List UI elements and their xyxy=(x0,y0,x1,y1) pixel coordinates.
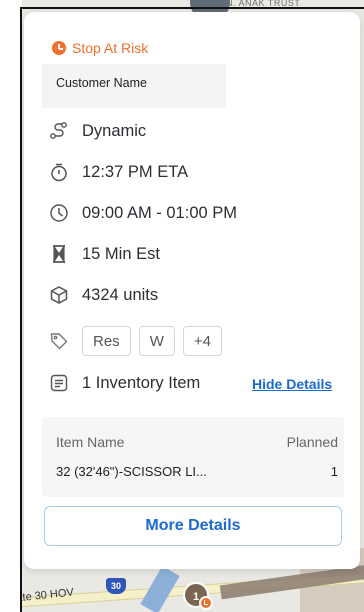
eta-text: 12:37 PM ETA xyxy=(82,162,189,181)
left-frame xyxy=(0,0,22,612)
frame-border-left xyxy=(20,8,22,612)
time-window-row: 09:00 AM - 01:00 PM xyxy=(48,202,237,224)
package-icon xyxy=(48,284,70,306)
time-window: 09:00 AM - 01:00 PM xyxy=(82,203,238,222)
frame-border-top xyxy=(20,7,364,9)
at-risk-badge-icon xyxy=(199,596,213,610)
column-header-item-name: Item Name xyxy=(56,434,125,450)
eta-row: 12:37 PM ETA xyxy=(48,161,188,183)
route-icon xyxy=(48,120,70,142)
inventory-table: Item Name Planned 32 (32'46")-SCISSOR LI… xyxy=(42,417,344,497)
list-icon xyxy=(48,372,70,394)
customer-name-box: Customer Name xyxy=(42,64,226,108)
route-type: Dynamic xyxy=(82,121,147,140)
inventory-item-name: 32 (32'46")-SCISSOR LI... xyxy=(56,464,207,479)
inventory-item-planned: 1 xyxy=(330,464,338,479)
hourglass-icon xyxy=(48,243,70,265)
tag-chip[interactable]: Res xyxy=(82,326,131,356)
tags-row: Res W +4 xyxy=(48,326,230,356)
customer-name: Customer Name xyxy=(56,76,147,90)
inventory-count: 1 Inventory Item xyxy=(82,373,201,392)
tag-icon xyxy=(48,330,70,352)
interstate-shield-icon: 30 xyxy=(106,578,126,594)
inventory-row: 1 Inventory Item xyxy=(48,372,200,394)
more-details-button[interactable]: More Details xyxy=(44,506,342,546)
stop-status: Stop At Risk xyxy=(52,40,148,56)
stopwatch-icon xyxy=(48,161,70,183)
units-row: 4324 units xyxy=(48,284,158,306)
duration-row: 15 Min Est xyxy=(48,243,160,265)
more-tags-chip[interactable]: +4 xyxy=(182,326,222,356)
stop-status-label: Stop At Risk xyxy=(72,40,149,56)
column-header-planned: Planned xyxy=(286,434,338,450)
units-text: 4324 units xyxy=(82,285,159,304)
route-type-row: Dynamic xyxy=(48,120,146,142)
stop-details-card: Stop At Risk Customer Name Dynamic 12:37… xyxy=(24,12,360,569)
clock-icon xyxy=(48,202,70,224)
tag-chip[interactable]: W xyxy=(138,326,175,356)
duration-text: 15 Min Est xyxy=(82,244,160,263)
at-risk-clock-icon xyxy=(52,41,66,55)
hide-details-link[interactable]: Hide Details xyxy=(252,376,332,392)
